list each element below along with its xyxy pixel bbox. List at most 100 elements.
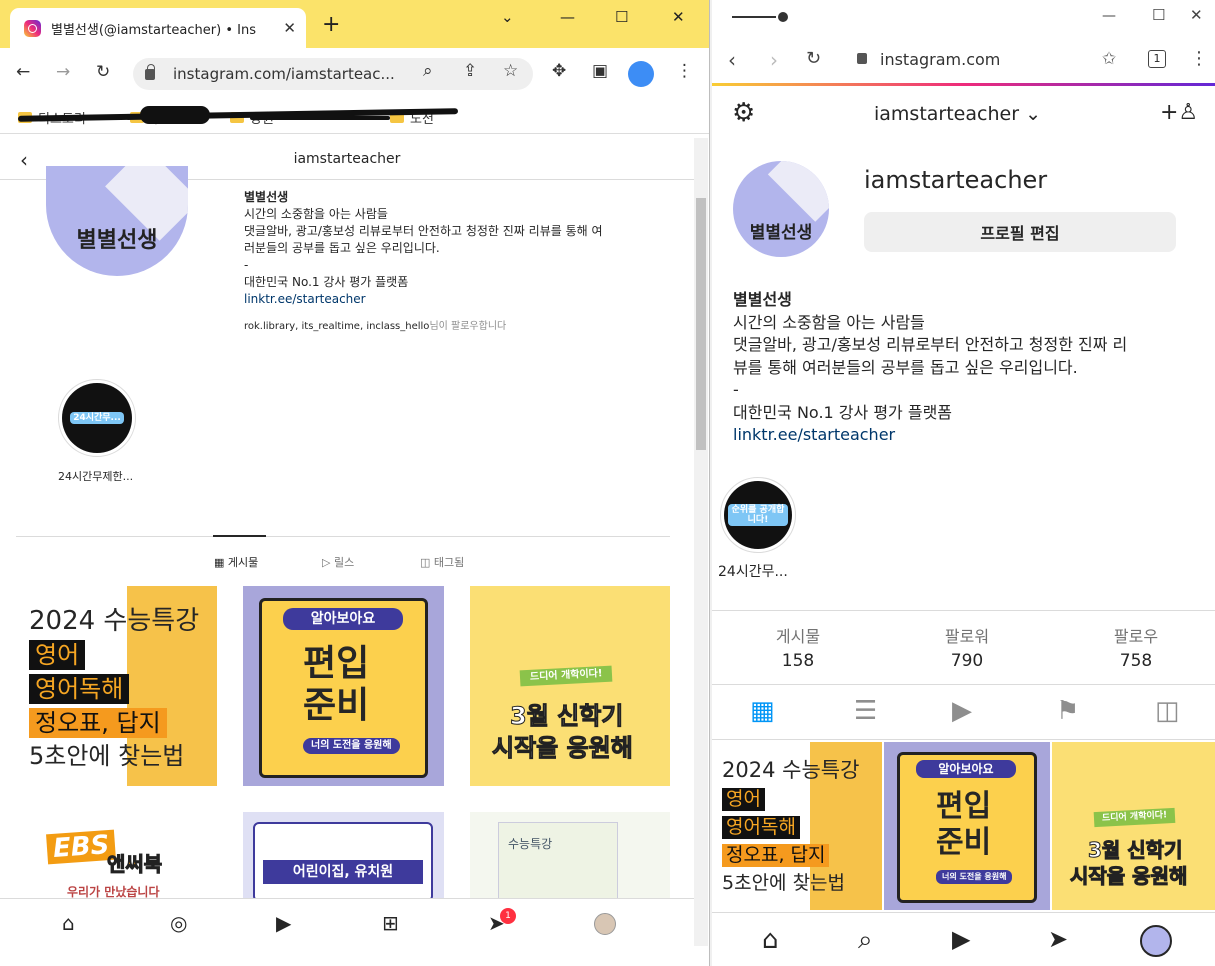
- post-tile[interactable]: 알아보아요 편입 준비 너의 도전을 응원해: [884, 742, 1050, 910]
- post-text: 영어독해: [29, 674, 130, 704]
- maximize-icon[interactable]: ☐: [615, 8, 628, 26]
- share-icon[interactable]: ⇪: [463, 63, 477, 80]
- back-icon[interactable]: ←: [16, 64, 30, 81]
- back-icon[interactable]: ‹: [728, 48, 736, 72]
- highlight-label: 24시간무제한...: [58, 470, 134, 483]
- reels-icon[interactable]: ▶: [952, 698, 972, 724]
- profile-avatar-small[interactable]: [1140, 925, 1172, 957]
- tab-title: 별별선생(@iamstarteacher) • Ins: [51, 22, 256, 38]
- story-highlight[interactable]: 24시간무...: [58, 379, 136, 457]
- post-tile[interactable]: EBS 앤써북 우리가 만났습니다: [17, 812, 217, 898]
- minimize-icon[interactable]: —: [560, 8, 575, 26]
- feed-icon[interactable]: ☰: [854, 698, 877, 724]
- menu-icon[interactable]: ⋮: [676, 63, 693, 80]
- reels-icon[interactable]: ▶: [952, 925, 970, 953]
- new-tab-plus-icon[interactable]: +: [322, 14, 340, 36]
- post-tile[interactable]: 드디어 개학이다! 3월 신학기 시작을 응원해: [470, 586, 670, 786]
- post-text: 편입: [936, 789, 992, 824]
- post-tile[interactable]: 2024 수능특강 영어 영어독해 정오표, 답지 5초안에 찾는법: [17, 586, 217, 786]
- search-icon[interactable]: ⌕: [858, 925, 873, 956]
- story-highlight[interactable]: 순위를 공개합니다!: [720, 477, 796, 553]
- forward-icon[interactable]: →: [56, 64, 70, 81]
- add-user-icon[interactable]: +♙: [1160, 100, 1198, 125]
- tile-book: [498, 822, 618, 898]
- tab-tagged[interactable]: ◫ 태그됨: [420, 554, 464, 570]
- explore-icon[interactable]: ◎: [170, 913, 187, 933]
- active-tab-indicator: [213, 535, 266, 537]
- post-text: 2024 수능특강: [29, 606, 200, 636]
- close-window-icon[interactable]: ✕: [672, 8, 685, 26]
- tab-search-chevron-icon[interactable]: ⌄: [501, 8, 514, 26]
- post-text: 드디어 개학이다!: [519, 665, 613, 687]
- tagged-icon[interactable]: ◫: [1155, 698, 1180, 724]
- stat-following[interactable]: 팔로우 758: [1076, 623, 1196, 671]
- bio-line: 대한민국 No.1 강사 평가 플랫폼: [733, 402, 953, 422]
- tab-count[interactable]: 1: [1148, 50, 1166, 68]
- slider-track[interactable]: [732, 16, 776, 18]
- messages-icon[interactable]: ➤: [1048, 925, 1068, 953]
- scrollbar-thumb[interactable]: [696, 198, 706, 450]
- post-text: 드디어 개학이다!: [1093, 807, 1176, 828]
- username-text: iamstarteacher: [874, 103, 1020, 125]
- post-text: 편입: [303, 643, 370, 684]
- chevron-down-icon: ⌄: [1025, 103, 1041, 125]
- home-icon[interactable]: ⌂: [762, 925, 779, 955]
- back-arrow-icon[interactable]: ‹: [20, 148, 28, 172]
- settings-icon[interactable]: ⚙: [732, 98, 755, 128]
- slider-handle[interactable]: [778, 12, 788, 22]
- reload-icon[interactable]: ↻: [806, 48, 821, 69]
- instagram-favicon: [24, 19, 41, 37]
- saved-icon[interactable]: ⚑: [1056, 698, 1079, 724]
- followed-by-names[interactable]: rok.library, its_realtime, inclass_hello: [244, 321, 429, 332]
- bio-line: 댓글알바, 광고/홍보성 리뷰로부터 안전하고 청정한 진짜 리: [733, 335, 1128, 354]
- home-icon[interactable]: ⌂: [62, 913, 75, 933]
- stat-followers[interactable]: 팔로워 790: [907, 623, 1027, 671]
- star-icon[interactable]: ☆: [503, 63, 518, 80]
- profile-avatar-small[interactable]: [594, 913, 616, 935]
- tab-posts[interactable]: ▦ 게시물: [214, 554, 258, 570]
- post-tile[interactable]: 어린이집, 유치원: [243, 812, 444, 898]
- edit-profile-button[interactable]: 프로필 편집: [864, 212, 1176, 252]
- bio-link[interactable]: linktr.ee/starteacher: [244, 292, 366, 306]
- right-browser-window: — ☐ ✕ ‹ › ↻ instagram.com ✩ 1 ⋮ ⚙ iamsta…: [712, 0, 1215, 966]
- maximize-icon[interactable]: ☐: [1152, 6, 1165, 24]
- profile-extension-icon[interactable]: [628, 61, 654, 87]
- profile-bio: 별별선생 시간의 소중함을 아는 사람들 댓글알바, 광고/홍보성 리뷰로부터 …: [244, 189, 674, 335]
- profile-avatar[interactable]: 별별선생: [46, 166, 188, 276]
- lock-icon: [145, 63, 155, 80]
- bio-line: 뷰를 통해 여러분들의 공부를 돕고 싶은 우리입니다.: [733, 357, 1078, 377]
- favorites-icon[interactable]: ✩: [1102, 49, 1116, 69]
- post-text: 영어: [722, 788, 765, 811]
- post-tile[interactable]: 2024 수능특강 영어 영어독해 정오표, 답지 5초안에 찾는법: [722, 742, 882, 910]
- grid-icon[interactable]: ▦: [750, 698, 775, 724]
- username-switcher[interactable]: iamstarteacher ⌄: [874, 103, 1041, 125]
- menu-icon[interactable]: ⋮: [1190, 48, 1208, 69]
- minimize-icon[interactable]: —: [1102, 8, 1116, 24]
- bio-link[interactable]: linktr.ee/starteacher: [733, 425, 895, 444]
- post-text: 준비: [303, 685, 370, 726]
- extensions-icon[interactable]: ✥: [552, 63, 566, 80]
- reels-icon[interactable]: ▶: [276, 913, 291, 933]
- post-tile[interactable]: 드디어 개학이다! 3월 신학기 시작을 응원해: [1052, 742, 1215, 910]
- tab-reels[interactable]: ▷ 릴스: [322, 554, 354, 570]
- forward-icon[interactable]: ›: [770, 48, 778, 72]
- browser-toolbar: ← → ↻ instagram.com/iamstarteac... ⌕ ⇪ ☆…: [0, 48, 709, 100]
- reload-icon[interactable]: ↻: [96, 64, 110, 81]
- profile-avatar[interactable]: 별별선생: [733, 161, 829, 257]
- tab-strip: 별별선생(@iamstarteacher) • Ins ✕ + ⌄ — ☐ ✕: [0, 0, 709, 48]
- profile-content-tabs: ▦ ☰ ▶ ⚑ ◫: [712, 686, 1215, 740]
- close-tab-icon[interactable]: ✕: [283, 19, 296, 37]
- browser-tab[interactable]: 별별선생(@iamstarteacher) • Ins ✕: [10, 8, 306, 48]
- profile-username: iamstarteacher: [864, 166, 1048, 194]
- zoom-icon[interactable]: ⌕: [423, 63, 433, 80]
- page-scrollbar[interactable]: [694, 138, 708, 946]
- followed-by-suffix: 님이 팔로우합니다: [429, 321, 507, 332]
- sidepanel-icon[interactable]: ▣: [592, 63, 608, 80]
- post-tile[interactable]: 알아보아요 편입 준비 너의 도전을 응원해: [243, 586, 444, 786]
- stat-posts[interactable]: 게시물 158: [738, 623, 858, 671]
- create-icon[interactable]: ⊞: [382, 913, 399, 933]
- url-text[interactable]: instagram.com: [880, 50, 1000, 69]
- post-tile[interactable]: 수능특강: [470, 812, 670, 898]
- close-window-icon[interactable]: ✕: [1190, 6, 1203, 24]
- tabs-divider: [16, 536, 670, 537]
